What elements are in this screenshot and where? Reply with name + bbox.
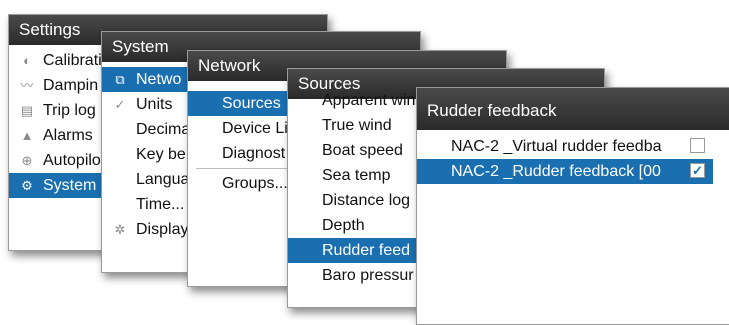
network-icon: ⧉ [115, 71, 125, 87]
alarm-bell-icon: ▲ [20, 127, 34, 143]
autopilot-icon: ⊕ [21, 152, 33, 168]
rudder-item-virtual[interactable]: NAC-2 _Virtual rudder feedba [417, 134, 713, 159]
gear-icon: ⚙ [21, 177, 33, 193]
checkbox-unchecked[interactable] [690, 138, 705, 153]
display-icon: ✲ [114, 221, 126, 237]
checkbox-checked[interactable]: ✓ [690, 163, 705, 178]
rudder-feedback-window: Rudder feedback NAC-2 _Virtual rudder fe… [416, 87, 729, 325]
calibration-icon: ◐ [23, 52, 31, 68]
damping-icon: 〰 [20, 77, 34, 93]
units-icon: ✓ [114, 96, 126, 112]
trip-log-icon: ▤ [20, 102, 34, 118]
rudder-feedback-title: Rudder feedback [417, 88, 729, 130]
rudder-item-feedback[interactable]: NAC-2 _Rudder feedback [00 ✓ [417, 159, 713, 184]
